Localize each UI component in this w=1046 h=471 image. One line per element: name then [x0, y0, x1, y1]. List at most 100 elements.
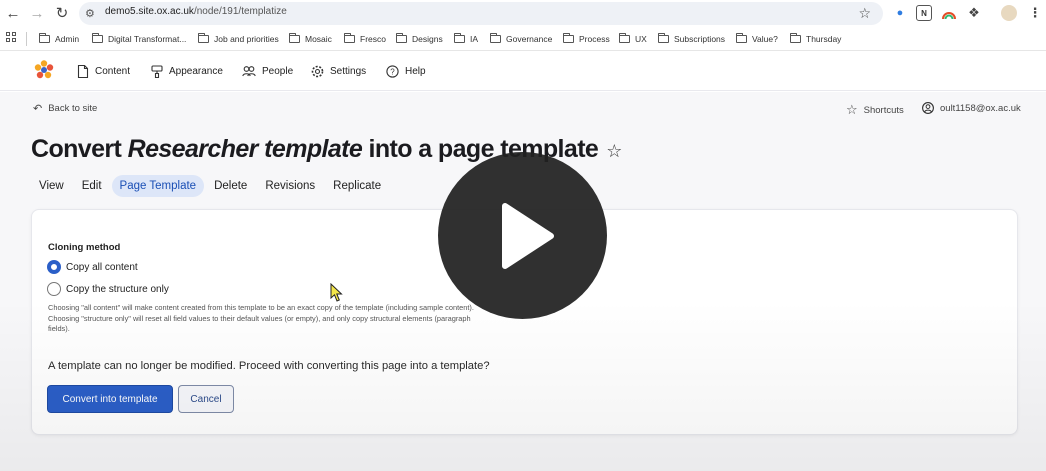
back-arrow-icon[interactable]: ←	[3, 3, 23, 23]
folder-icon	[92, 33, 103, 43]
bookmark-label: IA	[470, 34, 479, 44]
tab-revisions[interactable]: Revisions	[257, 175, 323, 197]
bookmark-label: Mosaic	[305, 34, 332, 44]
bookmark-folder[interactable]: Job and priorities	[198, 32, 279, 46]
tab-replicate[interactable]: Replicate	[325, 175, 389, 197]
play-icon	[501, 202, 554, 269]
title-node-name: Researcher template	[127, 135, 363, 163]
toolbar-help-label: Help	[405, 65, 426, 77]
radio-copy-structure-only[interactable]: Copy the structure only	[47, 281, 169, 297]
bookmark-folder[interactable]: UX	[619, 32, 647, 46]
bookmark-label: Thursday	[806, 34, 842, 44]
cloning-method-label: Cloning method	[48, 242, 121, 253]
site-info-icon[interactable]: ⚙	[85, 7, 95, 20]
help-icon: ?	[386, 64, 399, 78]
bookmark-folder[interactable]: Subscriptions	[658, 32, 725, 46]
confirmation-message: A template can no longer be modified. Pr…	[48, 360, 490, 372]
folder-icon	[736, 33, 747, 43]
cloning-method-description: Choosing "all content" will make content…	[48, 303, 474, 334]
star-icon: ☆	[846, 102, 858, 117]
extension-n-icon[interactable]: N	[916, 5, 932, 21]
apps-grid-icon[interactable]	[6, 32, 17, 43]
radio-label: Copy the structure only	[66, 283, 169, 295]
bookmark-label: Admin	[55, 34, 80, 44]
folder-icon	[790, 33, 801, 43]
bookmark-label: Process	[579, 34, 610, 44]
folder-icon	[39, 33, 50, 43]
bookmark-folder[interactable]: Mosaic	[289, 32, 332, 46]
toolbar-appearance-label: Appearance	[169, 65, 223, 77]
tab-page-template[interactable]: Page Template	[111, 175, 205, 197]
svg-text:?: ?	[390, 67, 395, 76]
video-play-button[interactable]	[438, 152, 607, 319]
site-logo[interactable]	[33, 59, 55, 81]
extension-rainbow-icon[interactable]	[940, 4, 958, 22]
bookmark-folder[interactable]: IA	[454, 32, 478, 46]
paint-roller-icon	[151, 64, 163, 78]
toolbar-people-label: People	[262, 65, 294, 77]
toolbar-settings-label: Settings	[330, 65, 367, 77]
reload-icon[interactable]: ↻	[52, 3, 72, 23]
bookmark-folder[interactable]: Governance	[490, 32, 552, 46]
address-url: demo5.site.ox.ac.uk/node/191/templatize	[105, 6, 287, 17]
bookmark-label: Job and priorities	[214, 34, 279, 44]
bookmark-folder[interactable]: Value?	[736, 32, 778, 46]
admin-toolbar: Content Appearance People Settings ? Hel…	[0, 51, 1046, 91]
folder-icon	[198, 33, 209, 43]
radio-label: Copy all content	[66, 261, 138, 273]
bookmark-label: UX	[635, 34, 647, 44]
extension-drop-icon[interactable]: ●	[891, 4, 909, 22]
user-icon	[922, 102, 934, 114]
local-tasks-tabs: View Edit Page Template Delete Revisions…	[31, 175, 391, 197]
toolbar-content[interactable]: Content	[77, 63, 130, 79]
bookmark-star-icon[interactable]: ☆	[858, 5, 871, 22]
bookmark-label: Subscriptions	[674, 34, 726, 44]
radio-button-checked[interactable]	[47, 260, 61, 274]
extensions-puzzle-icon[interactable]: ❖	[965, 4, 983, 22]
bookmark-folder[interactable]: Admin	[39, 32, 79, 46]
title-prefix: Convert	[31, 135, 128, 163]
toolbar-people[interactable]: People	[242, 63, 293, 79]
account-label: oult1158@ox.ac.uk	[940, 102, 1021, 114]
tab-edit[interactable]: Edit	[74, 175, 110, 197]
bookmark-folder[interactable]: Designs	[396, 32, 443, 46]
account-menu[interactable]: oult1158@ox.ac.uk	[922, 102, 1021, 114]
shortcuts-label: Shortcuts	[863, 104, 904, 116]
folder-icon	[490, 33, 501, 43]
bookmark-label: Governance	[506, 34, 553, 44]
folder-icon	[563, 33, 574, 43]
bookmark-label: Digital Transformat...	[108, 34, 187, 44]
toolbar-help[interactable]: ? Help	[386, 63, 426, 79]
forward-arrow-icon[interactable]: →	[27, 3, 47, 23]
url-path: /node/191/templatize	[193, 6, 287, 17]
bookmark-folder[interactable]: Thursday	[790, 32, 841, 46]
cancel-button[interactable]: Cancel	[178, 385, 234, 413]
people-icon	[242, 66, 256, 77]
toolbar-settings[interactable]: Settings	[311, 63, 366, 79]
tab-view[interactable]: View	[31, 175, 72, 197]
back-arrow-icon: ↶	[33, 103, 43, 115]
bookmark-folder[interactable]: Digital Transformat...	[92, 32, 186, 46]
bookmark-folder[interactable]: Fresco	[344, 32, 386, 46]
tab-delete[interactable]: Delete	[206, 175, 255, 197]
favorite-star-icon[interactable]: ☆	[606, 141, 622, 161]
back-to-site-link[interactable]: ↶ Back to site	[33, 102, 97, 115]
convert-into-template-button[interactable]: Convert into template	[47, 385, 173, 413]
browser-menu-icon[interactable]: ⋮	[1026, 4, 1044, 22]
bookmark-folder[interactable]: Process	[563, 32, 610, 46]
radio-copy-all-content[interactable]: Copy all content	[47, 259, 138, 275]
bookmark-label: Fresco	[360, 34, 386, 44]
toolbar-appearance[interactable]: Appearance	[151, 63, 223, 79]
bookmark-label: Value?	[752, 34, 778, 44]
folder-icon	[289, 33, 300, 43]
url-host: demo5.site.ox.ac.uk	[105, 6, 194, 17]
profile-avatar[interactable]	[1001, 5, 1017, 21]
title-suffix: into a page template	[362, 135, 599, 163]
bookmarks-divider	[26, 32, 27, 46]
shortcuts-link[interactable]: ☆ Shortcuts	[846, 102, 904, 118]
folder-icon	[396, 33, 407, 43]
folder-icon	[658, 33, 669, 43]
bookmark-label: Designs	[412, 34, 443, 44]
radio-button[interactable]	[47, 282, 61, 296]
address-bar[interactable]: ⚙ demo5.site.ox.ac.uk/node/191/templatiz…	[79, 2, 883, 25]
